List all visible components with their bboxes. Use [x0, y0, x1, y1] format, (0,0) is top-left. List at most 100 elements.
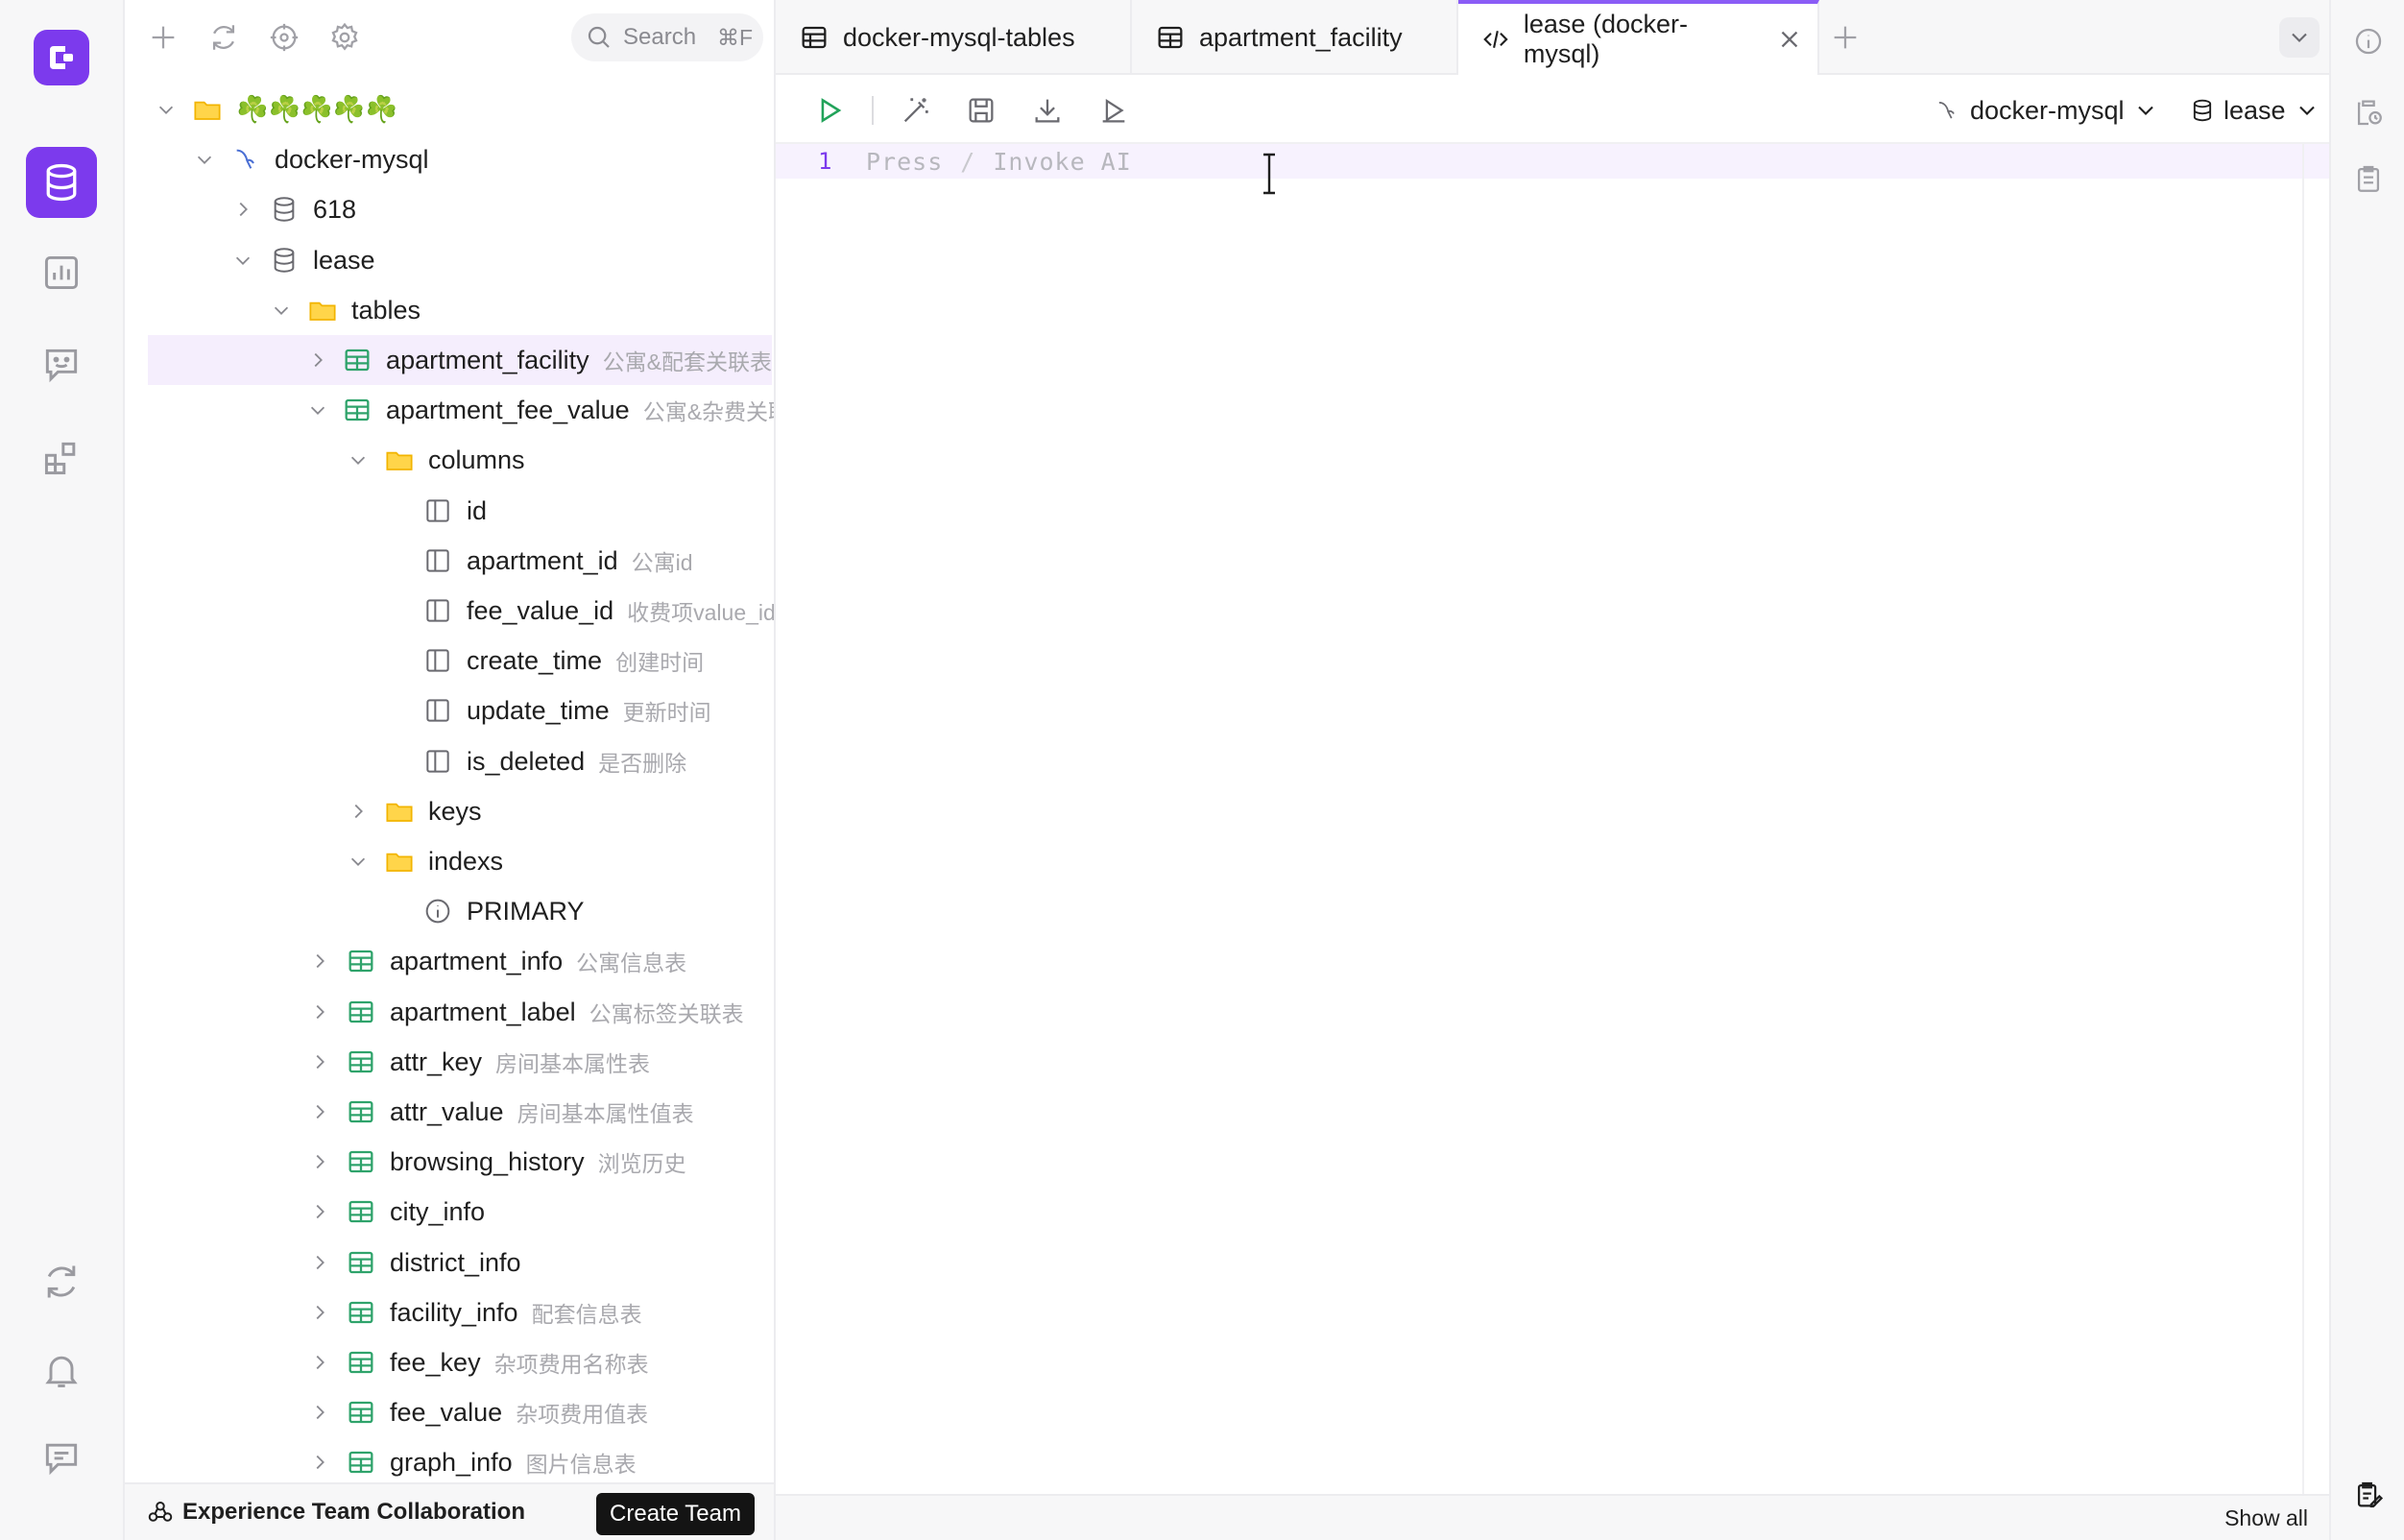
chevron-down-icon[interactable]	[230, 248, 255, 273]
tree-node-lease[interactable]: lease	[125, 235, 774, 285]
tree-node-docker-mysql[interactable]: docker-mysql	[125, 134, 774, 184]
feedback-button[interactable]	[26, 1422, 97, 1493]
chevron-right-icon[interactable]	[307, 1199, 332, 1224]
create-team-button[interactable]: Create Team	[596, 1493, 755, 1535]
tree-node-618[interactable]: 618	[125, 184, 774, 234]
tree-node-browsing_history[interactable]: browsing_history 浏览历史	[125, 1137, 774, 1187]
tree-node-id[interactable]: id	[125, 486, 774, 536]
explain-button[interactable]	[1094, 91, 1133, 130]
format-sql-button[interactable]	[897, 91, 935, 130]
editor-placeholder: Press / Invoke AI	[866, 148, 1132, 176]
database-nav-button[interactable]	[26, 147, 97, 218]
tree-node-apartment_info[interactable]: apartment_info 公寓信息表	[125, 936, 774, 986]
sync-nav-button[interactable]	[26, 1246, 97, 1317]
new-tab-plus-icon[interactable]	[1829, 21, 1862, 54]
status-bar: Show all	[776, 1494, 2329, 1540]
tree-node-label: facility_info	[390, 1297, 518, 1327]
tab-lease-query[interactable]: lease (docker-mysql)	[1458, 0, 1819, 75]
tab-docker-mysql-tables[interactable]: docker-mysql-tables	[776, 0, 1132, 75]
chevron-down-icon[interactable]	[192, 147, 217, 172]
tree-node-update_time[interactable]: update_time 更新时间	[125, 686, 774, 735]
chevron-right-icon[interactable]	[230, 197, 255, 222]
chevron-down-icon[interactable]	[269, 298, 294, 323]
chevron-right-icon[interactable]	[307, 1350, 332, 1375]
tab-apartment-facility[interactable]: apartment_facility	[1132, 0, 1458, 75]
chevron-right-icon[interactable]	[307, 1149, 332, 1174]
database-selector[interactable]: lease	[2189, 90, 2320, 131]
tree-node-label: fee_key	[390, 1347, 481, 1377]
tree-node-[interactable]: ☘️☘️☘️☘️☘️	[125, 84, 774, 134]
tree-node-is_deleted[interactable]: is_deleted 是否删除	[125, 736, 774, 786]
tree-node-label: apartment_facility	[386, 345, 589, 374]
app-logo[interactable]	[34, 30, 89, 85]
refresh-button[interactable]	[204, 18, 243, 57]
tree-node-primary[interactable]: PRIMARY	[125, 886, 774, 936]
tree-node-label: is_deleted	[467, 746, 586, 776]
tree-node-attr_value[interactable]: attr_value 房间基本属性值表	[125, 1087, 774, 1137]
chevron-right-icon[interactable]	[307, 1049, 332, 1074]
tree-node-create_time[interactable]: create_time 创建时间	[125, 636, 774, 686]
snippets-button[interactable]	[2349, 159, 2388, 198]
chevron-right-icon[interactable]	[307, 348, 328, 373]
plugins-nav-button[interactable]	[26, 422, 97, 493]
tree-node-apartment_facility[interactable]: apartment_facility 公寓&配套关联表	[148, 335, 772, 385]
chevron-right-icon[interactable]	[307, 1450, 332, 1475]
tree-node-fee_key[interactable]: fee_key 杂项费用名称表	[125, 1337, 774, 1387]
tree-node-apartment_label[interactable]: apartment_label 公寓标签关联表	[125, 987, 774, 1037]
chevron-right-icon[interactable]	[307, 999, 332, 1024]
chevron-down-icon[interactable]	[154, 97, 179, 122]
column-icon	[422, 495, 453, 526]
chevron-down-icon[interactable]	[346, 849, 371, 874]
tree-node-district_info[interactable]: district_info	[125, 1238, 774, 1287]
tree-node-fee_value_id[interactable]: fee_value_id 收费项value_id	[125, 586, 774, 636]
tree-node-graph_info[interactable]: graph_info 图片信息表	[125, 1437, 774, 1487]
play-icon	[821, 98, 842, 123]
tree-node-city_info[interactable]: city_info	[125, 1187, 774, 1237]
tree-node-tables[interactable]: tables	[125, 285, 774, 335]
chevron-right-icon[interactable]	[307, 1099, 332, 1124]
chevron-right-icon[interactable]	[307, 1400, 332, 1425]
chevron-down-icon[interactable]	[307, 397, 328, 422]
add-connection-button[interactable]	[144, 18, 182, 57]
tree-node-attr_key[interactable]: attr_key 房间基本属性表	[125, 1037, 774, 1087]
save-button[interactable]	[962, 91, 1000, 130]
tab-overflow-button[interactable]	[2279, 17, 2320, 58]
explorer-toolbar: Search ⌘F	[125, 0, 774, 75]
editor-toolbar: docker-mysql lease	[776, 77, 2329, 144]
settings-button[interactable]	[325, 18, 364, 57]
show-all-button[interactable]: Show all	[2224, 1505, 2308, 1531]
dashboard-nav-button[interactable]	[26, 237, 97, 308]
tree-node-comment: 创建时间	[615, 650, 705, 675]
ai-chat-nav-button[interactable]	[26, 329, 97, 400]
chevron-down-icon[interactable]	[346, 447, 371, 472]
chevron-right-icon[interactable]	[346, 799, 371, 824]
chevron-right-icon[interactable]	[307, 949, 332, 974]
locate-button[interactable]	[265, 18, 303, 57]
search-input[interactable]: Search ⌘F	[571, 13, 763, 61]
task-panel-button[interactable]	[2349, 1476, 2388, 1514]
sql-editor[interactable]: 1 Press / Invoke AI	[776, 144, 2331, 1494]
close-icon[interactable]	[1775, 24, 1804, 55]
notifications-button[interactable]	[26, 1335, 97, 1406]
history-button[interactable]	[2349, 93, 2388, 132]
chevron-right-icon[interactable]	[307, 1300, 332, 1325]
table-icon	[346, 997, 376, 1027]
tree-node-columns[interactable]: columns	[125, 435, 774, 485]
tree-node-indexs[interactable]: indexs	[125, 836, 774, 886]
plus-icon	[152, 26, 175, 49]
tree-node-keys[interactable]: keys	[125, 786, 774, 836]
message-icon	[45, 1443, 78, 1476]
tree-node-apartment_id[interactable]: apartment_id 公寓id	[125, 536, 774, 586]
editor-scrollbar[interactable]	[2302, 144, 2304, 1494]
search-icon	[588, 26, 610, 48]
run-button[interactable]	[810, 91, 849, 130]
info-button[interactable]	[2349, 22, 2388, 60]
tree-node-apartment_fee_value[interactable]: apartment_fee_value 公寓&杂费关联表	[125, 385, 774, 435]
tree-node-fee_value[interactable]: fee_value 杂项费用值表	[125, 1387, 774, 1437]
tree-node-facility_info[interactable]: facility_info 配套信息表	[125, 1287, 774, 1337]
connection-selector[interactable]: docker-mysql	[1934, 90, 2159, 131]
export-button[interactable]	[1028, 91, 1067, 130]
chevron-right-icon[interactable]	[307, 1250, 332, 1275]
